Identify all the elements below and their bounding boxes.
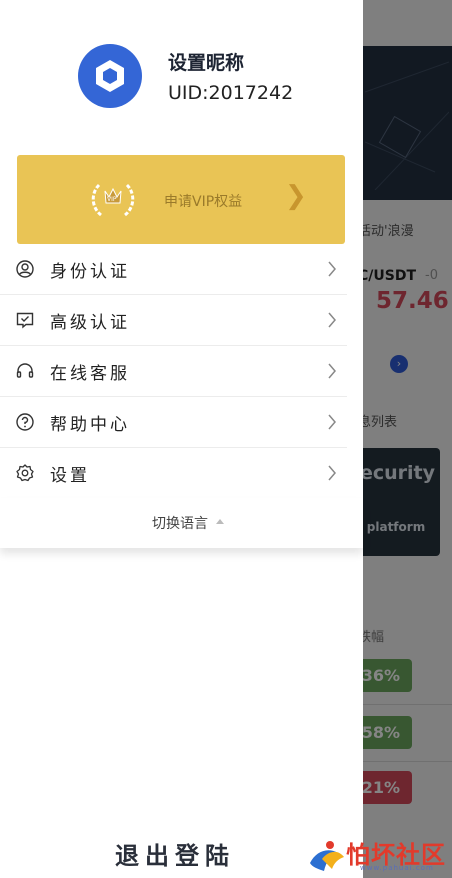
user-circle-icon: [16, 260, 34, 278]
user-uid: UID:2017242: [168, 82, 294, 104]
menu-item-help-center[interactable]: 帮助中心: [0, 397, 347, 448]
menu-item-label: 帮助中心: [50, 415, 130, 435]
avatar[interactable]: [78, 44, 142, 108]
headset-icon: [16, 363, 34, 378]
chevron-right-icon: [328, 414, 336, 430]
menu-item-customer-service[interactable]: 在线客服: [0, 346, 347, 397]
vip-banner[interactable]: VIP 申请VIP权益 ❯: [17, 155, 345, 244]
message-square-icon: [16, 312, 34, 329]
menu-item-label: 在线客服: [50, 364, 130, 384]
menu-list: 身份认证 高级认证 在线客服 帮助中心 设置: [0, 244, 347, 498]
vip-badge-text: VIP: [107, 196, 117, 203]
chevron-right-icon: [328, 363, 336, 379]
menu-item-identity[interactable]: 身份认证: [0, 244, 347, 295]
gear-icon: [16, 464, 34, 482]
menu-item-advanced-verification[interactable]: 高级认证: [0, 295, 347, 346]
menu-item-label: 设置: [50, 466, 90, 486]
nickname[interactable]: 设置昵称: [168, 48, 244, 75]
menu-item-label: 高级认证: [50, 313, 130, 333]
logout-button[interactable]: 退出登陆: [115, 836, 235, 871]
question-circle-icon: [16, 413, 34, 431]
laurel-crown-icon: VIP: [91, 183, 135, 217]
hexagon-logo-icon: [96, 60, 124, 92]
chevron-right-icon: [328, 465, 336, 481]
language-switcher[interactable]: 切换语言: [0, 498, 363, 548]
caret-up-icon: [216, 519, 224, 524]
menu-item-settings[interactable]: 设置: [0, 448, 347, 498]
language-label: 切换语言: [152, 516, 208, 532]
chevron-right-icon: ❯: [285, 181, 307, 211]
watermark-url: www.pahuai.com: [360, 864, 434, 872]
menu-item-label: 身份认证: [50, 262, 130, 282]
vip-label: 申请VIP权益: [164, 194, 243, 210]
chevron-right-icon: [328, 312, 336, 328]
side-drawer: 设置昵称 UID:2017242 VIP 申请VIP权益 ❯ 身份认证 高级认证…: [0, 0, 363, 878]
chevron-right-icon: [328, 261, 336, 277]
